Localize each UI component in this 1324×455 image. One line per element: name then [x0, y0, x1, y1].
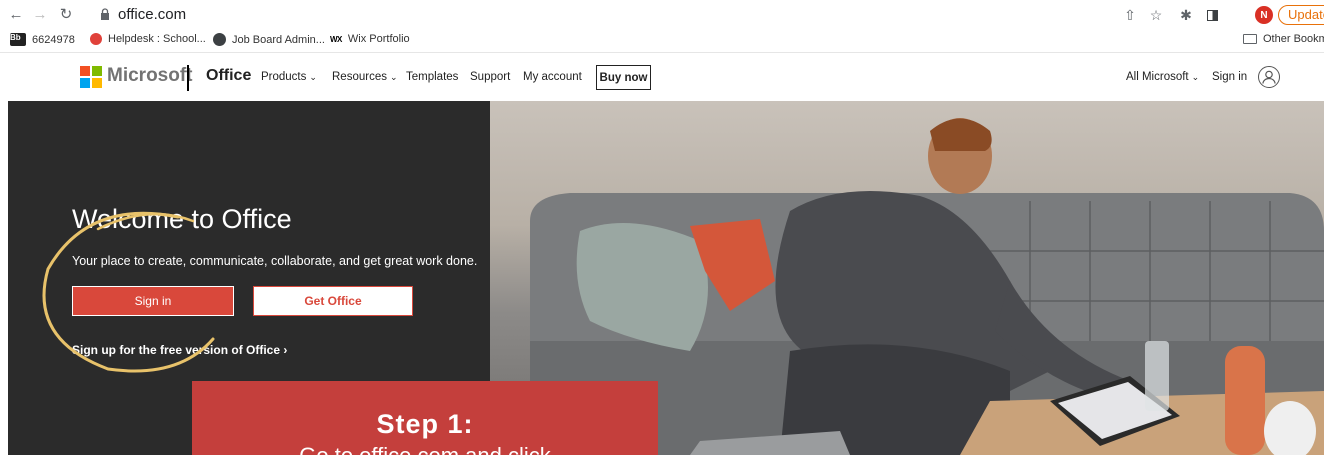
globe-icon — [213, 33, 226, 46]
reload-icon[interactable]: ↻ — [56, 4, 76, 24]
header-sign-in-link[interactable]: Sign in — [1212, 71, 1247, 83]
site-header: Microsoft Office Products ⌄ Resources ⌄ Te… — [0, 53, 1324, 101]
address-bar[interactable]: office.com — [96, 3, 1096, 27]
microsoft-logo-icon[interactable] — [80, 66, 102, 88]
other-bookmarks[interactable]: Other Bookm — [1243, 33, 1324, 45]
all-microsoft-menu[interactable]: All Microsoft ⌄ — [1126, 71, 1199, 83]
bookmark-star-icon[interactable]: ☆ — [1146, 5, 1166, 25]
office-brand[interactable]: Office — [206, 67, 251, 85]
bookmark-item[interactable]: Bb 6624978 — [10, 33, 75, 46]
header-divider — [187, 65, 189, 91]
nav-templates[interactable]: Templates — [406, 71, 458, 83]
wix-icon: WX — [330, 34, 342, 44]
helpdesk-icon — [90, 33, 102, 45]
step-title: Step 1: — [376, 409, 474, 439]
share-icon[interactable]: ⇧ — [1120, 5, 1140, 25]
microsoft-brand[interactable]: Microsoft — [107, 65, 193, 87]
url-text: office.com — [118, 6, 187, 23]
chevron-down-icon: ⌄ — [389, 72, 398, 82]
nav-my-account[interactable]: My account — [523, 71, 582, 83]
side-panel-icon[interactable] — [1202, 5, 1222, 25]
extensions-icon[interactable]: ✱ — [1176, 5, 1196, 25]
bookmark-item[interactable]: WX Wix Portfolio — [330, 33, 410, 45]
bookmarks-bar: Bb 6624978 Helpdesk : School... Job Boar… — [0, 30, 1324, 53]
bookmark-item[interactable]: Job Board Admin... — [213, 33, 325, 46]
hero-subtitle: Your place to create, communicate, colla… — [72, 254, 478, 268]
chevron-down-icon: ⌄ — [309, 72, 317, 82]
hero-banner: Welcome to Office Your place to create, … — [8, 101, 1324, 455]
update-button[interactable]: Update — [1278, 5, 1324, 25]
account-icon[interactable] — [1258, 66, 1280, 88]
lock-icon — [101, 8, 109, 20]
sign-in-button[interactable]: Sign in — [72, 286, 234, 316]
nav-support[interactable]: Support — [470, 71, 510, 83]
bb-icon: Bb — [10, 33, 26, 46]
free-version-link[interactable]: Sign up for the free version of Office › — [72, 343, 287, 357]
hero-title: Welcome to Office — [72, 204, 292, 234]
chevron-down-icon: ⌄ — [1191, 72, 1200, 82]
folder-icon — [1243, 34, 1257, 44]
browser-toolbar: ← → ↻ office.com ⇧ ☆ ✱ N Update — [0, 0, 1324, 30]
nav-resources[interactable]: Resources ⌄ — [332, 71, 398, 83]
profile-avatar[interactable]: N — [1255, 6, 1273, 24]
step-text: Go to office.com and click — [192, 443, 658, 455]
bookmark-item[interactable]: Helpdesk : School... — [90, 33, 206, 45]
forward-icon[interactable]: → — [30, 4, 50, 24]
get-office-button[interactable]: Get Office — [253, 286, 413, 316]
nav-products[interactable]: Products ⌄ — [261, 71, 317, 83]
buy-now-button[interactable]: Buy now — [596, 65, 651, 90]
back-icon[interactable]: ← — [6, 4, 26, 24]
step-callout: Step 1: Go to office.com and click — [192, 381, 658, 455]
